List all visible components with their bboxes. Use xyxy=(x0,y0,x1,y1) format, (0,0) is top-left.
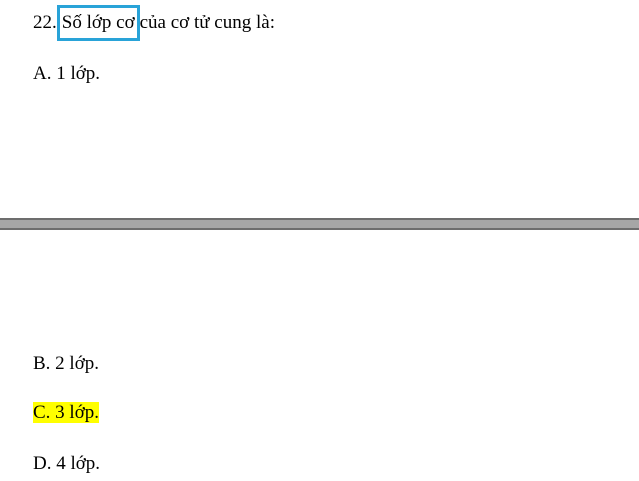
option-d: D. 4 lớp. xyxy=(33,453,100,475)
option-a-text: A. 1 lớp. xyxy=(33,63,101,84)
selected-text: Số lớp cơ xyxy=(61,12,135,33)
document-page-1: 22. Số lớp cơ của cơ tử cung là: A. 1 lớp. xyxy=(0,0,639,218)
question-number: 22. xyxy=(33,12,57,33)
option-c: C. 3 lớp. xyxy=(33,402,99,424)
option-c-highlighted-text: C. 3 lớp. xyxy=(33,402,99,423)
option-b-text: B. 2 lớp. xyxy=(33,353,99,374)
text-selection-box[interactable]: Số lớp cơ xyxy=(56,5,140,41)
question-line: 22. Số lớp cơ của cơ tử cung là: xyxy=(33,5,275,41)
question-rest-text: của cơ tử cung là: xyxy=(139,12,275,33)
page-break-separator xyxy=(0,218,639,230)
option-d-text: D. 4 lớp. xyxy=(33,453,101,474)
option-a: A. 1 lớp. xyxy=(33,63,100,85)
document-page-2: B. 2 lớp. C. 3 lớp. D. 4 lớp. xyxy=(0,230,639,481)
option-b: B. 2 lớp. xyxy=(33,353,99,375)
